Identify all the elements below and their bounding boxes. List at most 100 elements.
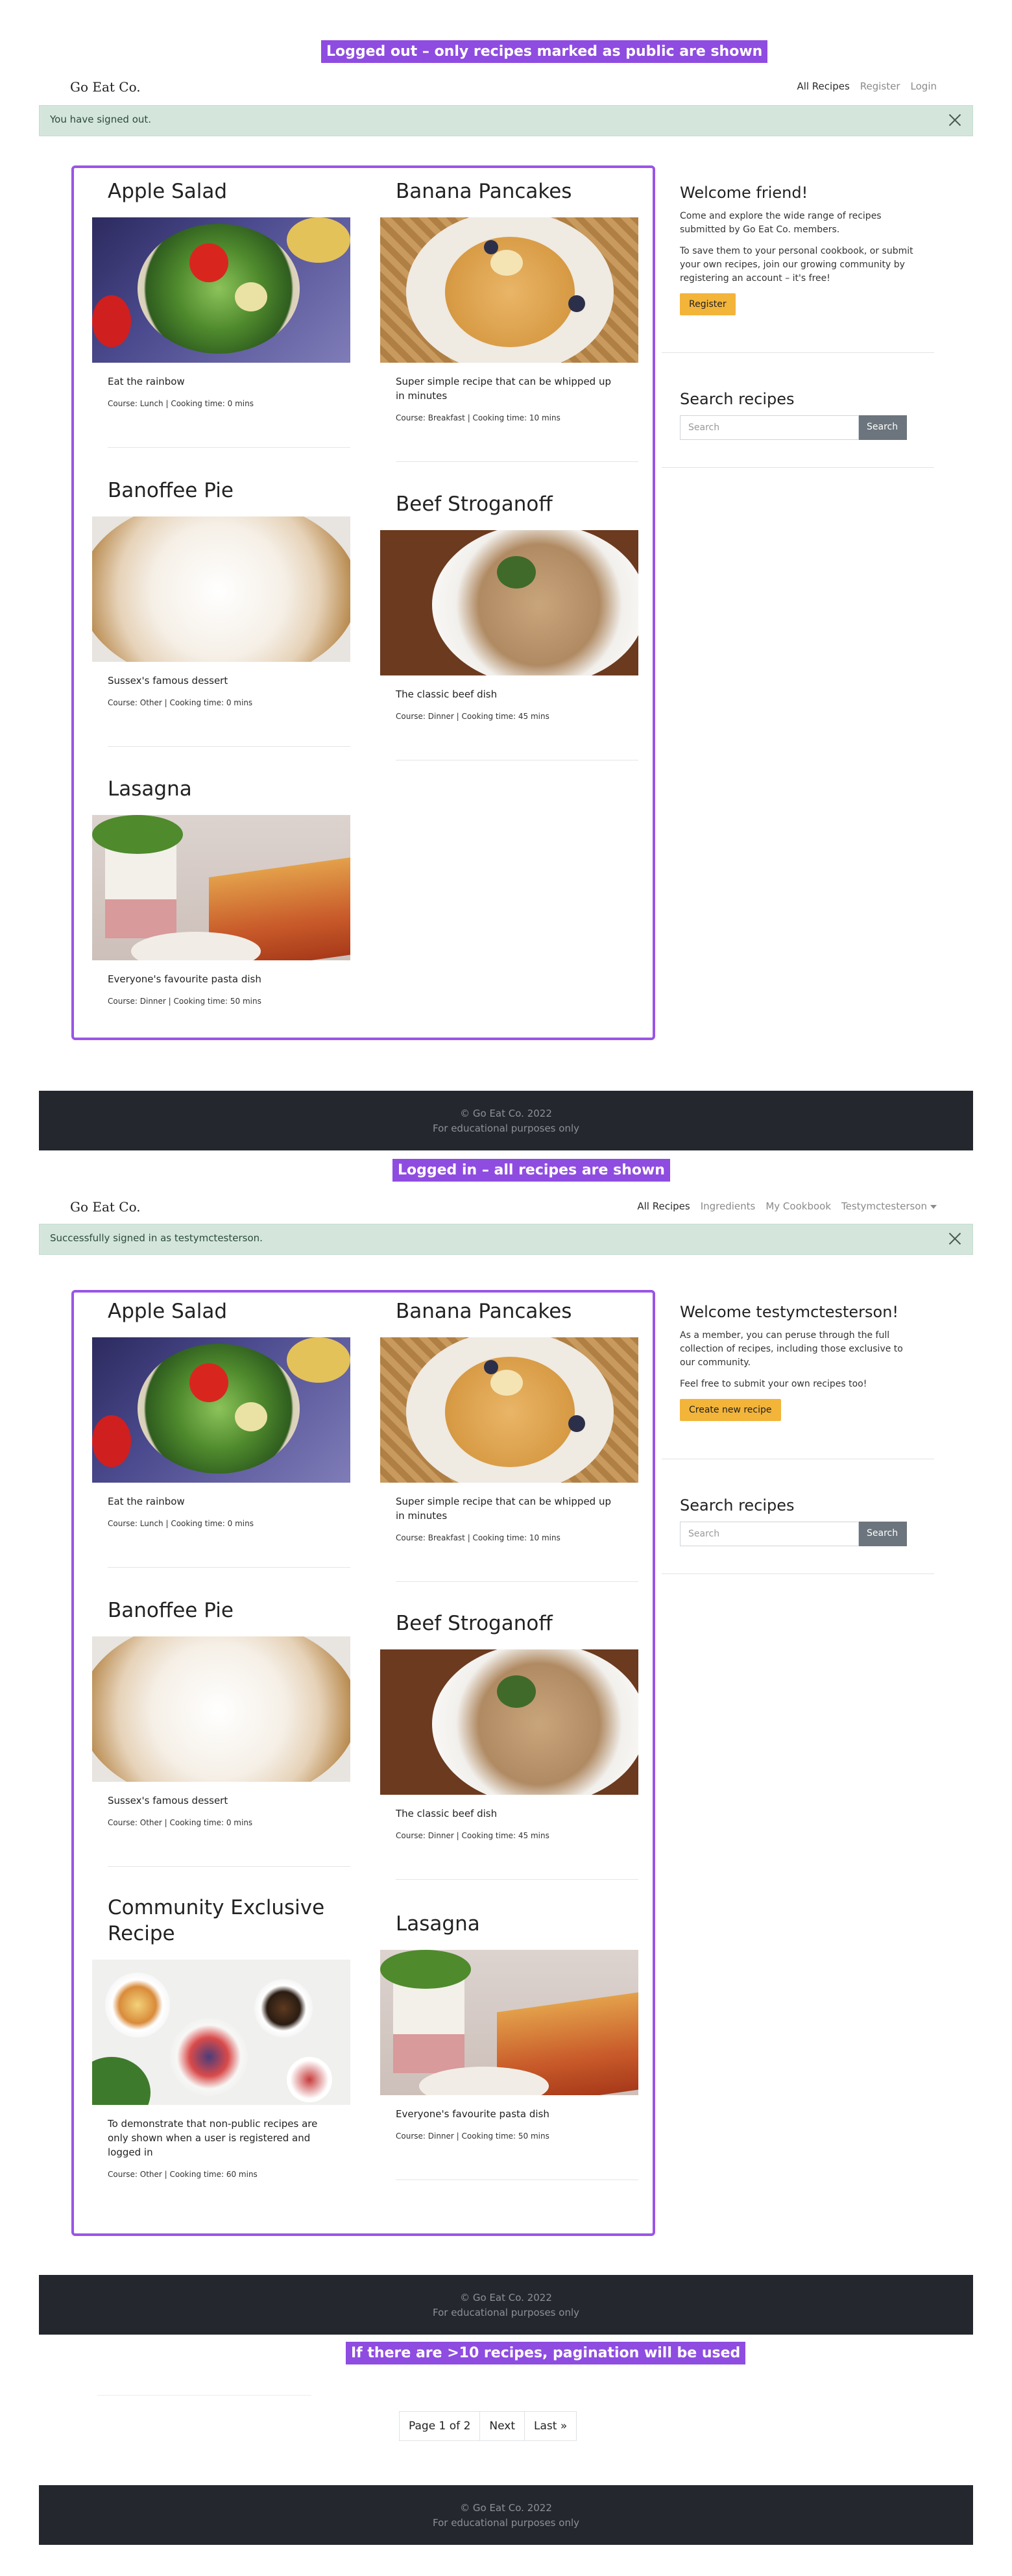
recipe-card[interactable]: Banoffee Pie Sussex's famous dessert Cou… bbox=[92, 478, 350, 747]
nav-ingredients[interactable]: Ingredients bbox=[701, 1200, 756, 1212]
recipe-meta: Course: Dinner | Cooking time: 50 mins bbox=[396, 2132, 549, 2141]
sidebar-divider bbox=[662, 467, 934, 468]
search-form: Search Search bbox=[680, 415, 907, 440]
nav-register[interactable]: Register bbox=[860, 80, 900, 92]
card-divider bbox=[108, 1866, 350, 1867]
close-icon[interactable] bbox=[948, 112, 962, 127]
recipe-image-beef-stroganoff[interactable] bbox=[380, 1649, 638, 1795]
search-form: Search Search bbox=[680, 1522, 907, 1546]
recipe-card[interactable]: Apple Salad Eat the rainbow Course: Lunc… bbox=[92, 1298, 350, 1568]
recipe-card[interactable]: Beef Stroganoff The classic beef dish Co… bbox=[380, 491, 638, 760]
search-button[interactable]: Search bbox=[859, 1522, 907, 1546]
recipe-title[interactable]: Apple Salad bbox=[108, 1298, 350, 1324]
recipe-image-lasagna[interactable] bbox=[92, 815, 350, 960]
recipe-image-apple-salad[interactable] bbox=[92, 1337, 350, 1483]
recipe-description: Everyone's favourite pasta dish bbox=[396, 2108, 549, 2120]
recipe-meta: Course: Dinner | Cooking time: 45 mins bbox=[396, 1831, 549, 1840]
recipe-card[interactable]: Banana Pancakes Super simple recipe that… bbox=[380, 178, 638, 462]
nav-links: All Recipes Register Login bbox=[797, 80, 937, 92]
welcome-text: Come and explore the wide range of recip… bbox=[680, 211, 882, 235]
close-icon[interactable] bbox=[948, 1231, 962, 1245]
recipe-title[interactable]: Banoffee Pie bbox=[108, 1598, 350, 1623]
recipe-meta: Course: Other | Cooking time: 0 mins bbox=[108, 1818, 253, 1827]
recipe-meta: Course: Breakfast | Cooking time: 10 min… bbox=[396, 413, 560, 422]
recipe-image-lasagna[interactable] bbox=[380, 1950, 638, 2095]
create-recipe-button[interactable]: Create new recipe bbox=[680, 1399, 781, 1421]
recipe-meta: Course: Dinner | Cooking time: 45 mins bbox=[396, 712, 549, 721]
nav-all-recipes[interactable]: All Recipes bbox=[637, 1200, 690, 1212]
recipe-title[interactable]: Banana Pancakes bbox=[396, 178, 638, 204]
nav-links: All Recipes Ingredients My Cookbook Test… bbox=[637, 1200, 937, 1212]
recipe-card[interactable]: Apple Salad Eat the rainbow Course: Lunc… bbox=[92, 178, 350, 448]
welcome-text: As a member, you can peruse through the … bbox=[680, 1330, 903, 1368]
callout-logged-out: Logged out – only recipes marked as publ… bbox=[321, 40, 768, 63]
recipe-title[interactable]: Beef Stroganoff bbox=[396, 1610, 638, 1636]
search-input[interactable]: Search bbox=[680, 1522, 859, 1546]
footer-copyright: © Go Eat Co. 2022 bbox=[460, 2292, 552, 2303]
list-divider bbox=[97, 2395, 311, 2396]
card-divider bbox=[396, 1581, 638, 1582]
footer: © Go Eat Co. 2022 For educational purpos… bbox=[39, 1091, 973, 1150]
card-divider bbox=[108, 746, 350, 747]
recipe-description: To demonstrate that non-public recipes a… bbox=[108, 2118, 318, 2158]
recipe-title[interactable]: Banoffee Pie bbox=[108, 478, 350, 504]
recipe-description: Sussex's famous dessert bbox=[108, 1795, 228, 1806]
recipe-description: Super simple recipe that can be whipped … bbox=[396, 1496, 611, 1522]
welcome-text-2: To save them to your personal cookbook, … bbox=[680, 246, 913, 284]
callout-logged-in: Logged in – all recipes are shown bbox=[392, 1159, 670, 1182]
welcome-sidebar: Welcome friend! Come and explore the wid… bbox=[662, 184, 959, 469]
recipe-image-banana-pancakes[interactable] bbox=[380, 217, 638, 363]
nav-user-name: Testymctesterson bbox=[841, 1200, 927, 1212]
last-page-link[interactable]: Last » bbox=[525, 2411, 577, 2441]
recipe-title[interactable]: Banana Pancakes bbox=[396, 1298, 638, 1324]
recipe-description: Eat the rainbow bbox=[108, 1496, 185, 1507]
recipe-card[interactable]: Beef Stroganoff The classic beef dish Co… bbox=[380, 1610, 638, 1880]
recipe-description: Everyone's favourite pasta dish bbox=[108, 973, 261, 985]
recipe-image-banoffee-pie[interactable] bbox=[92, 516, 350, 662]
recipe-card[interactable]: Lasagna Everyone's favourite pasta dish … bbox=[380, 1911, 638, 2180]
search-title: Search recipes bbox=[680, 390, 795, 408]
recipe-card[interactable]: Community Exclusive Recipe To demonstrat… bbox=[92, 1895, 350, 2179]
search-input[interactable]: Search bbox=[680, 415, 859, 440]
recipe-title[interactable]: Community Exclusive Recipe bbox=[108, 1895, 335, 1947]
footer-copyright: © Go Eat Co. 2022 bbox=[460, 1108, 552, 1119]
footer-note: For educational purposes only bbox=[432, 1123, 579, 1134]
recipe-title[interactable]: Beef Stroganoff bbox=[396, 491, 638, 517]
nav-my-cookbook[interactable]: My Cookbook bbox=[765, 1200, 831, 1212]
footer: © Go Eat Co. 2022 For educational purpos… bbox=[39, 2485, 973, 2545]
recipe-title[interactable]: Lasagna bbox=[108, 776, 350, 802]
recipe-meta: Course: Other | Cooking time: 60 mins bbox=[108, 2170, 258, 2179]
welcome-title: Welcome friend! bbox=[680, 184, 808, 202]
pagination: Page 1 of 2 Next Last » bbox=[399, 2411, 577, 2441]
recipe-image-community-exclusive[interactable] bbox=[92, 1960, 350, 2105]
nav-login[interactable]: Login bbox=[911, 80, 937, 92]
brand-logo[interactable]: Go Eat Co. bbox=[70, 1199, 141, 1215]
sidebar-divider bbox=[662, 352, 934, 353]
page-indicator: Page 1 of 2 bbox=[399, 2411, 481, 2441]
recipe-image-banoffee-pie[interactable] bbox=[92, 1636, 350, 1782]
nav-user-dropdown[interactable]: Testymctesterson bbox=[841, 1200, 937, 1212]
alert-message: You have signed out. bbox=[50, 114, 152, 125]
register-button[interactable]: Register bbox=[680, 293, 736, 315]
recipe-image-apple-salad[interactable] bbox=[92, 217, 350, 363]
nav-all-recipes[interactable]: All Recipes bbox=[797, 80, 849, 92]
brand-logo[interactable]: Go Eat Co. bbox=[70, 79, 141, 95]
recipe-meta: Course: Dinner | Cooking time: 50 mins bbox=[108, 997, 261, 1006]
card-divider bbox=[396, 461, 638, 462]
recipe-card[interactable]: Banoffee Pie Sussex's famous dessert Cou… bbox=[92, 1598, 350, 1867]
recipe-image-banana-pancakes[interactable] bbox=[380, 1337, 638, 1483]
recipe-card[interactable]: Banana Pancakes Super simple recipe that… bbox=[380, 1298, 638, 1582]
alert-message: Successfully signed in as testymctesters… bbox=[50, 1232, 263, 1244]
recipe-description: Eat the rainbow bbox=[108, 376, 185, 387]
recipe-title[interactable]: Lasagna bbox=[396, 1911, 638, 1937]
signout-alert: You have signed out. bbox=[39, 105, 973, 136]
card-divider bbox=[108, 447, 350, 448]
recipe-description: Super simple recipe that can be whipped … bbox=[396, 376, 611, 402]
recipe-image-beef-stroganoff[interactable] bbox=[380, 530, 638, 675]
recipe-card[interactable]: Lasagna Everyone's favourite pasta dish … bbox=[92, 776, 350, 1006]
search-button[interactable]: Search bbox=[859, 415, 907, 440]
recipe-title[interactable]: Apple Salad bbox=[108, 178, 350, 204]
card-divider bbox=[108, 1567, 350, 1568]
next-page-link[interactable]: Next bbox=[480, 2411, 525, 2441]
search-title: Search recipes bbox=[680, 1496, 795, 1514]
